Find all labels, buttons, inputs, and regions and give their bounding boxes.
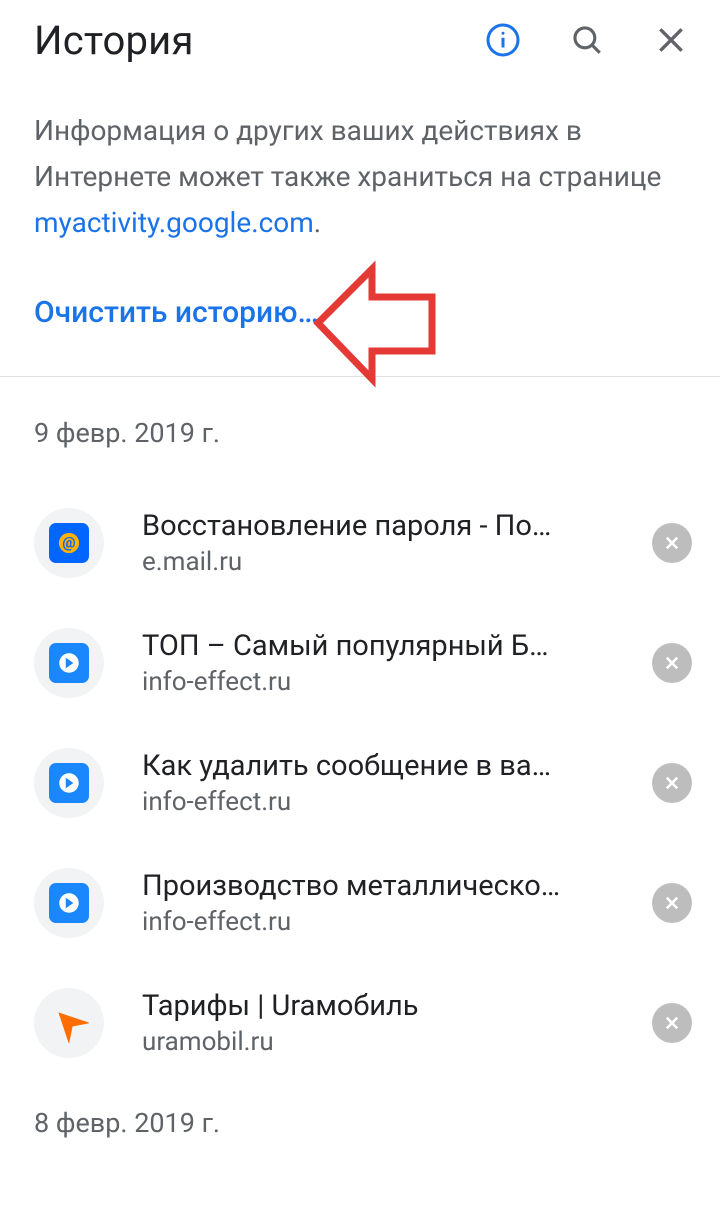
page-title: История	[34, 17, 484, 64]
delete-entry-button[interactable]	[652, 523, 692, 563]
entry-text: Тарифы | Uraмобиль uramobil.ru	[142, 989, 614, 1057]
app-header: История	[0, 0, 720, 80]
history-entry[interactable]: Тарифы | Uraмобиль uramobil.ru	[0, 963, 720, 1083]
entry-text: Производство металлическо… info-effect.r…	[142, 869, 614, 937]
entry-domain: e.mail.ru	[142, 547, 614, 577]
favicon-container	[34, 868, 104, 938]
favicon-container	[34, 628, 104, 698]
history-entries: @ Восстановление пароля - По… e.mail.ru …	[0, 449, 720, 1083]
clear-history-button[interactable]: Очистить историю…	[34, 295, 686, 330]
history-entry[interactable]: ТОП – Самый популярный Б… info-effect.ru	[0, 603, 720, 723]
entry-text: Как удалить сообщение в ва… info-effect.…	[142, 749, 614, 817]
entry-domain: info-effect.ru	[142, 667, 614, 697]
entry-title: Производство металлическо…	[142, 869, 614, 903]
favicon-container	[34, 988, 104, 1058]
favicon-arrow-icon	[49, 883, 89, 923]
header-actions	[484, 21, 690, 59]
favicon-nav-icon	[49, 1003, 89, 1043]
entry-title: ТОП – Самый популярный Б…	[142, 629, 614, 663]
info-text: Информация о других ваших действиях в Ин…	[34, 108, 686, 247]
svg-text:@: @	[62, 533, 75, 551]
search-icon[interactable]	[568, 21, 606, 59]
delete-entry-button[interactable]	[652, 883, 692, 923]
delete-entry-button[interactable]	[652, 1003, 692, 1043]
favicon-container	[34, 748, 104, 818]
entry-title: Восстановление пароля - По…	[142, 509, 614, 543]
myactivity-link[interactable]: myactivity.google.com	[34, 206, 314, 239]
favicon-arrow-icon	[49, 643, 89, 683]
history-entry[interactable]: Производство металлическо… info-effect.r…	[0, 843, 720, 963]
history-entry[interactable]: Как удалить сообщение в ва… info-effect.…	[0, 723, 720, 843]
favicon-container: @	[34, 508, 104, 578]
info-section: Информация о других ваших действиях в Ин…	[0, 80, 720, 360]
favicon-at-icon: @	[49, 523, 89, 563]
delete-entry-button[interactable]	[652, 643, 692, 683]
info-icon[interactable]	[484, 21, 522, 59]
info-text-suffix: .	[314, 206, 321, 239]
entry-text: Восстановление пароля - По… e.mail.ru	[142, 509, 614, 577]
entry-domain: info-effect.ru	[142, 907, 614, 937]
entry-domain: uramobil.ru	[142, 1027, 614, 1057]
info-text-prefix: Информация о других ваших действиях в Ин…	[34, 114, 661, 193]
history-entry[interactable]: @ Восстановление пароля - По… e.mail.ru	[0, 483, 720, 603]
delete-entry-button[interactable]	[652, 763, 692, 803]
date-header: 8 февр. 2019 г.	[0, 1083, 720, 1139]
entry-domain: info-effect.ru	[142, 787, 614, 817]
close-icon[interactable]	[652, 21, 690, 59]
date-header: 9 февр. 2019 г.	[0, 377, 720, 449]
entry-text: ТОП – Самый популярный Б… info-effect.ru	[142, 629, 614, 697]
entry-title: Тарифы | Uraмобиль	[142, 989, 614, 1023]
entry-title: Как удалить сообщение в ва…	[142, 749, 614, 783]
favicon-arrow-icon	[49, 763, 89, 803]
